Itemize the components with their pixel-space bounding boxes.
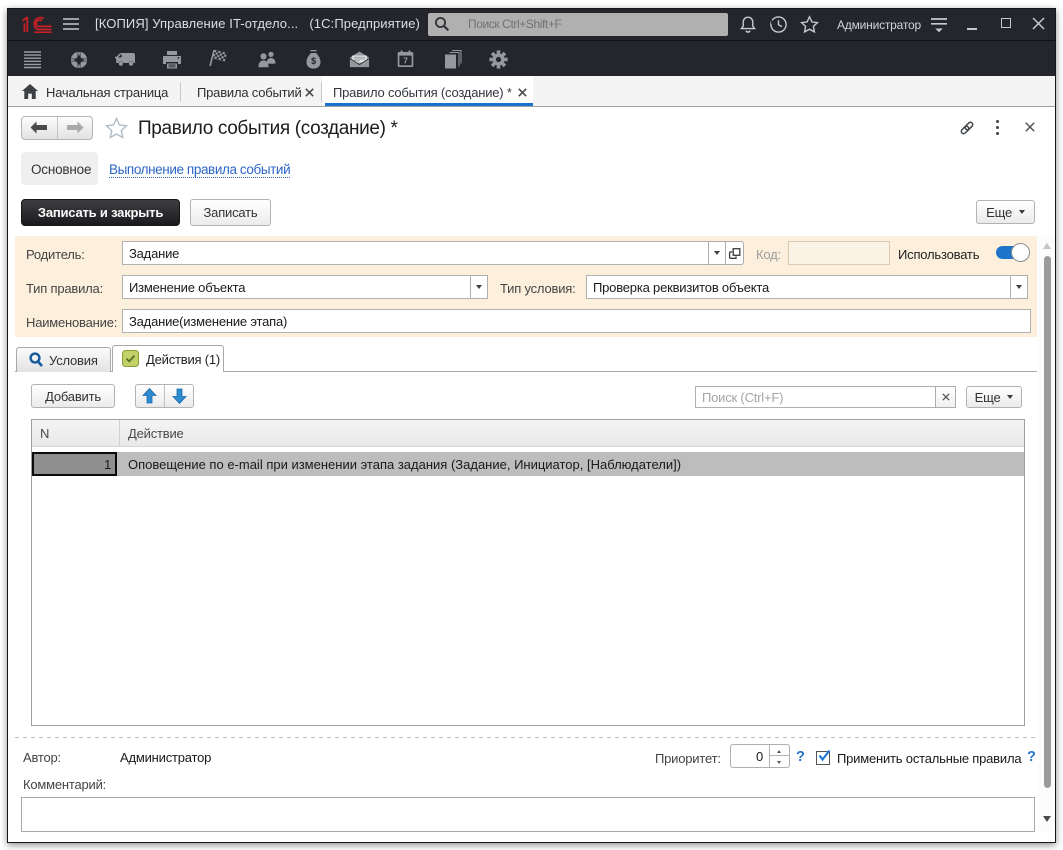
svg-text:7: 7	[403, 56, 408, 66]
svg-text:$: $	[311, 56, 316, 66]
